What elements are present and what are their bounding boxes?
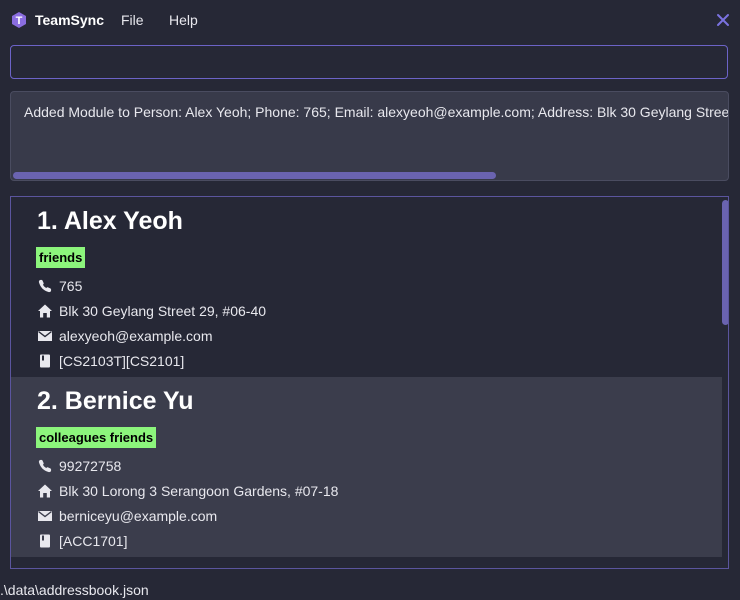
tag: colleagues friends: [36, 427, 157, 448]
modules-value: [ACC1701]: [59, 533, 128, 549]
title-bar: T TeamSync File Help: [0, 0, 740, 40]
menu-file[interactable]: File: [121, 12, 144, 28]
book-icon: [40, 354, 50, 368]
person-card[interactable]: 2. Bernice Yu colleagues friends 9927275…: [11, 377, 722, 557]
email-value: berniceyu@example.com: [59, 508, 218, 524]
tag-list: colleagues friends: [36, 427, 160, 448]
vertical-scrollbar[interactable]: [722, 200, 728, 325]
person-name: 1. Alex Yeoh: [37, 207, 183, 235]
home-icon: [38, 484, 52, 498]
tag-list: friends: [36, 247, 89, 268]
modules-value: [CS2103T][CS2101]: [59, 353, 185, 369]
person-list: 1. Alex Yeoh friends 765 Blk 30 Geylang …: [10, 196, 729, 569]
phone-value: 765: [59, 278, 83, 294]
home-icon: [38, 304, 52, 318]
phone-icon: [38, 279, 52, 293]
tag: friends: [36, 247, 86, 268]
command-input[interactable]: [15, 49, 725, 77]
result-display: Added Module to Person: Alex Yeoh; Phone…: [10, 91, 729, 181]
app-title: TeamSync: [35, 12, 104, 28]
address-value: Blk 30 Lorong 3 Serangoon Gardens, #07-1…: [59, 483, 339, 499]
command-box: [10, 45, 728, 79]
phone-icon: [38, 459, 52, 473]
email-icon: [38, 330, 52, 341]
person-card[interactable]: 1. Alex Yeoh friends 765 Blk 30 Geylang …: [11, 197, 722, 377]
status-bar-path: .\data\addressbook.json: [0, 582, 149, 598]
email-value: alexyeoh@example.com: [59, 328, 213, 344]
result-message: Added Module to Person: Alex Yeoh; Phone…: [24, 104, 729, 120]
close-icon[interactable]: [715, 12, 731, 28]
menu-help[interactable]: Help: [169, 12, 198, 28]
phone-value: 99272758: [59, 458, 122, 474]
email-icon: [38, 510, 52, 521]
book-icon: [40, 534, 50, 548]
horizontal-scrollbar[interactable]: [13, 172, 496, 179]
person-name: 2. Bernice Yu: [37, 387, 194, 415]
svg-text:T: T: [16, 15, 23, 27]
app-logo-icon: T: [12, 12, 26, 28]
address-value: Blk 30 Geylang Street 29, #06-40: [59, 303, 267, 319]
